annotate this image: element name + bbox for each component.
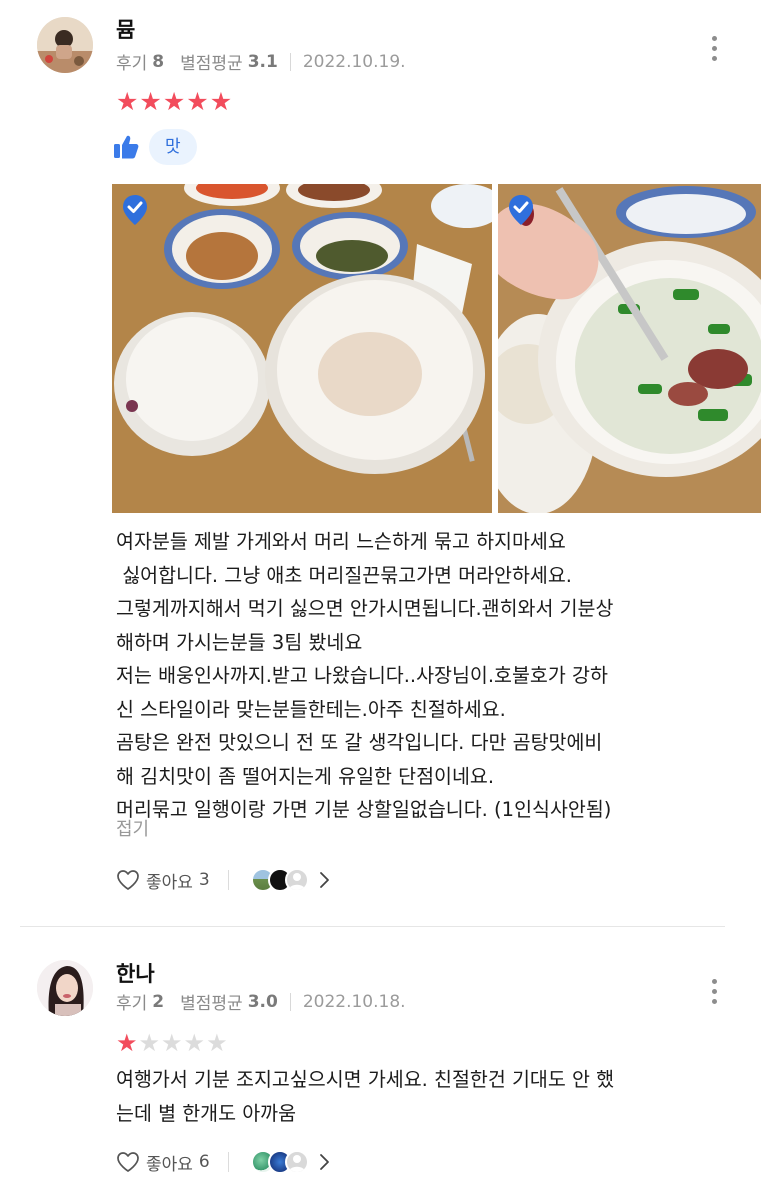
review-card: 뮴 후기 8 별점평균 3.1 2022.10.19. ★ ★ ★ ★ ★ 맛 [0, 0, 761, 928]
review-photo[interactable] [112, 184, 492, 513]
like-row: 좋아요 6 [116, 1147, 331, 1177]
review-count-label: 후기 [116, 994, 148, 1014]
like-row: 좋아요 3 [116, 865, 331, 895]
star-icon: ★ [116, 1029, 138, 1057]
chevron-right-icon[interactable] [319, 871, 331, 889]
review-text-line: 해 김치맛이 좀 떨어지는게 유일한 단점이네요. [116, 764, 495, 788]
review-text-line: 싫어합니다. 그냥 애초 머리질끈묶고가면 머라안하세요. [116, 563, 573, 587]
meta-divider [289, 52, 291, 71]
reviewer-name[interactable]: 뮴 [116, 14, 135, 44]
review-text-line: 머리묶고 일행이랑 가면 기분 상할일없습니다. (1인식사안됨) [116, 798, 612, 821]
like-divider [227, 1152, 229, 1172]
like-count: 3 [198, 870, 210, 890]
liker-avatar [284, 1150, 309, 1174]
star-icon: ★ [183, 1029, 206, 1057]
heart-icon[interactable] [116, 1151, 140, 1173]
review-date: 2022.10.19. [302, 51, 406, 72]
review-photo[interactable] [498, 184, 761, 513]
review-divider [20, 926, 725, 927]
avg-rating-value: 3.0 [247, 991, 278, 1012]
avatar[interactable] [37, 17, 93, 73]
meta-divider [289, 992, 291, 1011]
review-text: 여자분들 제발 가게와서 머리 느슨하게 묶고 하지마세요 싫어합니다. 그냥 … [116, 525, 736, 827]
review-text-line: 신 스타일이라 맞는분들한테는.아주 친절하세요. [116, 697, 506, 721]
more-vertical-icon[interactable] [710, 36, 718, 61]
like-count: 6 [198, 1152, 210, 1172]
star-icon: ★ [209, 87, 233, 116]
like-label[interactable]: 좋아요 [146, 868, 193, 893]
taste-tag-chip[interactable]: 맛 [149, 129, 197, 165]
chevron-right-icon[interactable] [319, 1153, 331, 1171]
avg-rating-label: 별점평균 [180, 54, 243, 74]
review-text-line: 여자분들 제발 가게와서 머리 느슨하게 묶고 하지마세요 [116, 530, 566, 553]
avatar[interactable] [37, 960, 93, 1016]
review-text-line: 저는 배웅인사까지.받고 나왔습니다..사장님이.호불호가 강하 [116, 664, 608, 687]
review-count: 2 [152, 991, 165, 1012]
avg-rating-label: 별점평균 [180, 994, 243, 1014]
fold-button[interactable]: 접기 [116, 815, 149, 841]
star-icon: ★ [162, 87, 186, 116]
review-text: 여행가서 기분 조지고싶으시면 가세요. 친절한건 기대도 안 했 는데 별 한… [116, 1063, 736, 1130]
avg-rating-value: 3.1 [247, 51, 278, 72]
more-vertical-icon[interactable] [710, 979, 718, 1004]
review-card: 한나 후기 2 별점평균 3.0 2022.10.18. ★ ★ ★ ★ ★ 여… [0, 930, 761, 1200]
star-icon: ★ [206, 1029, 228, 1057]
star-icon: ★ [161, 1029, 183, 1057]
review-count-label: 후기 [116, 54, 148, 74]
heart-icon[interactable] [116, 869, 140, 891]
review-text-line: 그렇게까지해서 먹기 싫으면 안가시면됩니다.괜히와서 기분상 [116, 597, 614, 620]
review-text-line: 해하며 가시는분들 3팀 봤네요 [116, 630, 363, 654]
reviewer-name[interactable]: 한나 [116, 958, 155, 988]
thumbs-up-icon [114, 135, 139, 159]
reviewer-meta: 후기 8 별점평균 3.1 2022.10.19. [116, 49, 406, 75]
reviewer-meta: 후기 2 별점평균 3.0 2022.10.18. [116, 989, 406, 1015]
review-date: 2022.10.18. [302, 991, 406, 1012]
star-icon: ★ [139, 87, 162, 116]
liker-avatar [284, 868, 309, 892]
liker-avatars[interactable] [250, 868, 309, 892]
star-rating: ★ ★ ★ ★ ★ [116, 89, 232, 114]
verified-check-icon [509, 195, 533, 225]
star-icon: ★ [116, 87, 139, 116]
review-count: 8 [152, 51, 165, 72]
like-divider [227, 870, 229, 890]
star-icon: ★ [138, 1029, 161, 1057]
review-text-line: 여행가서 기분 조지고싶으시면 가세요. 친절한건 기대도 안 했 [116, 1068, 615, 1091]
review-text-line: 곰탕은 완전 맛있으니 전 또 갈 생각입니다. 다만 곰탕맛에비 [116, 731, 603, 754]
verified-check-icon [123, 195, 147, 225]
liker-avatars[interactable] [250, 1150, 309, 1174]
review-photo-carousel[interactable] [112, 184, 761, 513]
star-icon: ★ [186, 87, 209, 116]
review-text-line: 는데 별 한개도 아까움 [116, 1101, 297, 1125]
like-label[interactable]: 좋아요 [146, 1150, 193, 1175]
star-rating: ★ ★ ★ ★ ★ [116, 1031, 228, 1055]
